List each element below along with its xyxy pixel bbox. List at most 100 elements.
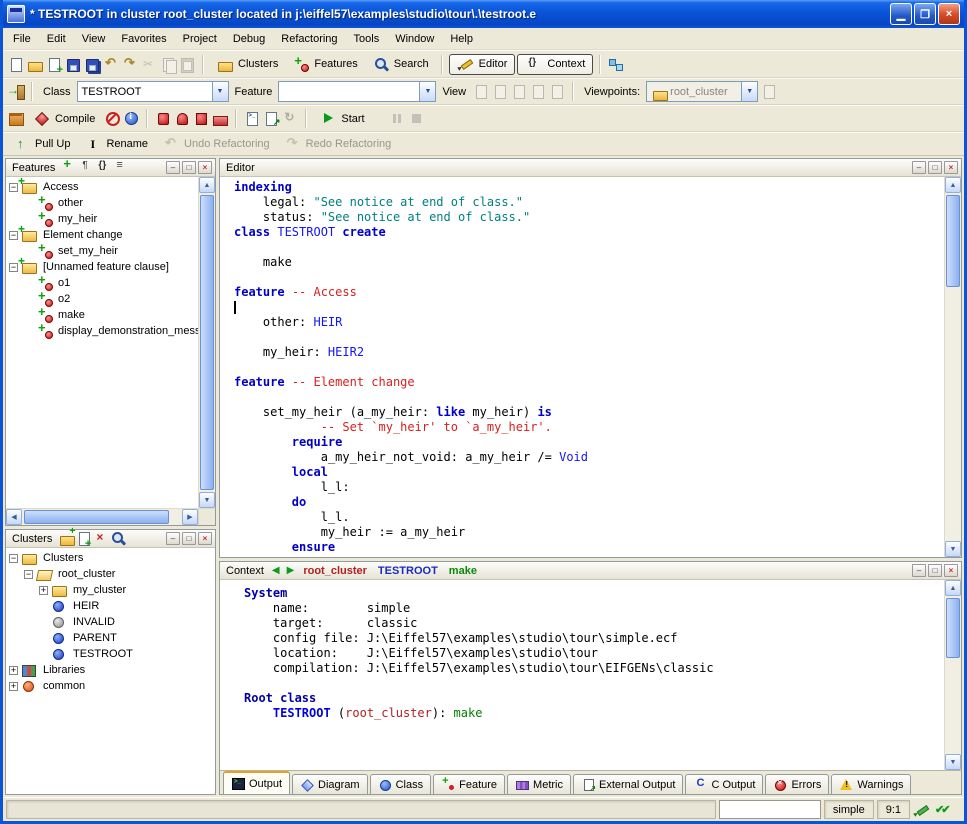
cancel-compile-icon[interactable]	[103, 110, 121, 127]
feature-combobox-value[interactable]	[278, 81, 419, 102]
tree-item-testroot[interactable]: TESTROOT	[6, 646, 215, 662]
finalize-icon[interactable]	[192, 110, 210, 127]
scroll-thumb[interactable]	[946, 598, 960, 658]
minimize-button[interactable]: ▁	[890, 3, 912, 25]
features-horizontal-scrollbar[interactable]: ◀ ▶	[6, 508, 215, 525]
tab-diagram[interactable]: Diagram	[292, 774, 368, 794]
scroll-thumb[interactable]	[200, 195, 214, 490]
collapse-icon[interactable]: −	[9, 231, 18, 240]
menu-help[interactable]: Help	[442, 30, 481, 48]
maximize-panel-button[interactable]: □	[182, 161, 196, 174]
freeze-icon[interactable]	[173, 110, 191, 127]
system-info-icon[interactable]	[7, 110, 25, 127]
tree-item-display-demonstration-messa[interactable]: display_demonstration_messa	[6, 323, 198, 339]
info-icon[interactable]	[122, 110, 140, 127]
editor-code-area[interactable]: indexing legal: "See notice at end of cl…	[220, 177, 944, 557]
open-target-icon[interactable]	[7, 83, 25, 100]
new-cluster-icon[interactable]	[58, 530, 74, 547]
features-tool-button[interactable]: Features	[286, 54, 363, 75]
menu-favorites[interactable]: Favorites	[113, 30, 174, 48]
close-button[interactable]: ×	[938, 3, 960, 25]
alias-icon[interactable]	[112, 159, 128, 176]
close-panel-button[interactable]: ×	[944, 564, 958, 577]
pull-up-button[interactable]: Pull Up	[7, 134, 76, 155]
features-vertical-scrollbar[interactable]: ▲ ▼	[198, 177, 215, 508]
collapse-icon[interactable]: −	[9, 183, 18, 192]
navigate-forward-icon[interactable]: ▶	[285, 565, 297, 576]
braces-icon[interactable]	[95, 159, 111, 176]
menu-window[interactable]: Window	[387, 30, 442, 48]
add-document-icon[interactable]	[45, 56, 63, 73]
tree-item-make[interactable]: make	[6, 307, 198, 323]
expand-icon[interactable]: +	[39, 586, 48, 595]
scroll-thumb[interactable]	[24, 510, 169, 524]
close-panel-button[interactable]: ×	[198, 161, 212, 174]
tree-item-parent[interactable]: PARENT	[6, 630, 215, 646]
search-tool-button[interactable]: Search	[366, 54, 435, 75]
undo-icon[interactable]	[102, 56, 120, 73]
menu-debug[interactable]: Debug	[225, 30, 273, 48]
minimize-panel-button[interactable]: –	[912, 161, 926, 174]
tab-output[interactable]: Output	[223, 771, 290, 794]
context-tool-button[interactable]: Context	[517, 54, 593, 75]
tree-item-access[interactable]: −Access	[6, 179, 198, 195]
menu-project[interactable]: Project	[175, 30, 225, 48]
rename-button[interactable]: Rename	[78, 134, 154, 155]
tree-item-other[interactable]: other	[6, 195, 198, 211]
new-document-icon[interactable]	[7, 56, 25, 73]
navigate-back-icon[interactable]: ◀	[270, 565, 282, 576]
tree-item-root-cluster[interactable]: −root_cluster	[6, 566, 215, 582]
tree-item-common[interactable]: +common	[6, 678, 215, 694]
scroll-track[interactable]	[199, 193, 215, 492]
context-vertical-scrollbar[interactable]: ▲ ▼	[944, 580, 961, 770]
scroll-track[interactable]	[945, 596, 961, 754]
chevron-down-icon[interactable]: ▼	[212, 81, 229, 102]
scroll-up-icon[interactable]: ▲	[199, 177, 215, 193]
editor-vertical-scrollbar[interactable]: ▲ ▼	[944, 177, 961, 557]
menu-file[interactable]: File	[5, 30, 39, 48]
tree-item-clusters[interactable]: −Clusters	[6, 550, 215, 566]
collapse-icon[interactable]: −	[9, 263, 18, 272]
scroll-up-icon[interactable]: ▲	[945, 580, 961, 596]
minimize-panel-button[interactable]: –	[166, 532, 180, 545]
save-icon[interactable]	[64, 56, 82, 73]
search-small-icon[interactable]	[109, 530, 125, 547]
tab-class[interactable]: Class	[370, 774, 432, 794]
save-all-icon[interactable]	[83, 56, 101, 73]
external-console-icon[interactable]	[262, 110, 280, 127]
scroll-thumb[interactable]	[946, 195, 960, 287]
scroll-down-icon[interactable]: ▼	[945, 754, 961, 770]
tree-item-libraries[interactable]: +Libraries	[6, 662, 215, 678]
tab-external-output[interactable]: External Output	[573, 774, 683, 794]
chevron-down-icon[interactable]: ▼	[741, 81, 758, 102]
scroll-right-icon[interactable]: ▶	[182, 509, 198, 525]
scroll-down-icon[interactable]: ▼	[945, 541, 961, 557]
close-panel-button[interactable]: ×	[198, 532, 212, 545]
maximize-panel-button[interactable]: □	[928, 564, 942, 577]
minimize-panel-button[interactable]: –	[912, 564, 926, 577]
breadcrumb-cluster[interactable]: root_cluster	[299, 565, 371, 577]
scroll-down-icon[interactable]: ▼	[199, 492, 215, 508]
tree-item-my-cluster[interactable]: +my_cluster	[6, 582, 215, 598]
tab-c-output[interactable]: C Output	[685, 774, 763, 794]
collapse-icon[interactable]: −	[9, 554, 18, 563]
breadcrumb-feature[interactable]: make	[445, 565, 481, 577]
viewpoints-combobox-value[interactable]: root_cluster	[646, 81, 741, 102]
breadcrumb-class[interactable]: TESTROOT	[374, 565, 442, 577]
expand-icon[interactable]: +	[9, 666, 18, 675]
expand-icon[interactable]: +	[9, 682, 18, 691]
restore-button[interactable]: ❐	[914, 3, 936, 25]
tab-feature[interactable]: Feature	[433, 774, 505, 794]
menu-edit[interactable]: Edit	[39, 30, 74, 48]
signature-icon[interactable]	[78, 159, 94, 176]
scroll-track[interactable]	[22, 509, 182, 525]
class-combobox-value[interactable]: TESTROOT	[77, 81, 212, 102]
status-input[interactable]	[719, 800, 821, 819]
tree-item-element-change[interactable]: −Element change	[6, 227, 198, 243]
scroll-up-icon[interactable]: ▲	[945, 177, 961, 193]
open-folder-icon[interactable]	[26, 56, 44, 73]
tab-metric[interactable]: Metric	[507, 774, 571, 794]
tree-item-o2[interactable]: o2	[6, 291, 198, 307]
viewpoints-combobox[interactable]: root_cluster ▼	[646, 81, 758, 102]
melt-icon[interactable]	[154, 110, 172, 127]
